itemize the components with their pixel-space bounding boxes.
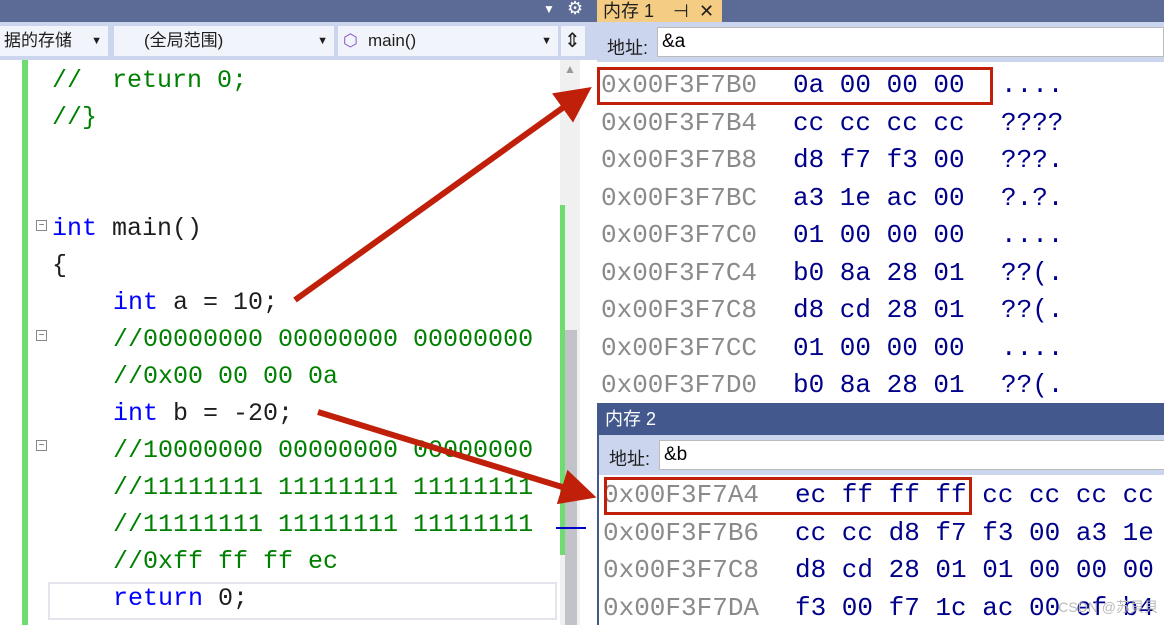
collapse-icon[interactable]: − <box>36 440 47 451</box>
collapse-icon[interactable]: − <box>36 220 47 231</box>
annotation-arrows <box>293 87 597 505</box>
arrow-a <box>293 87 592 303</box>
arrow-b <box>317 409 597 505</box>
collapse-icon[interactable]: − <box>36 330 47 341</box>
